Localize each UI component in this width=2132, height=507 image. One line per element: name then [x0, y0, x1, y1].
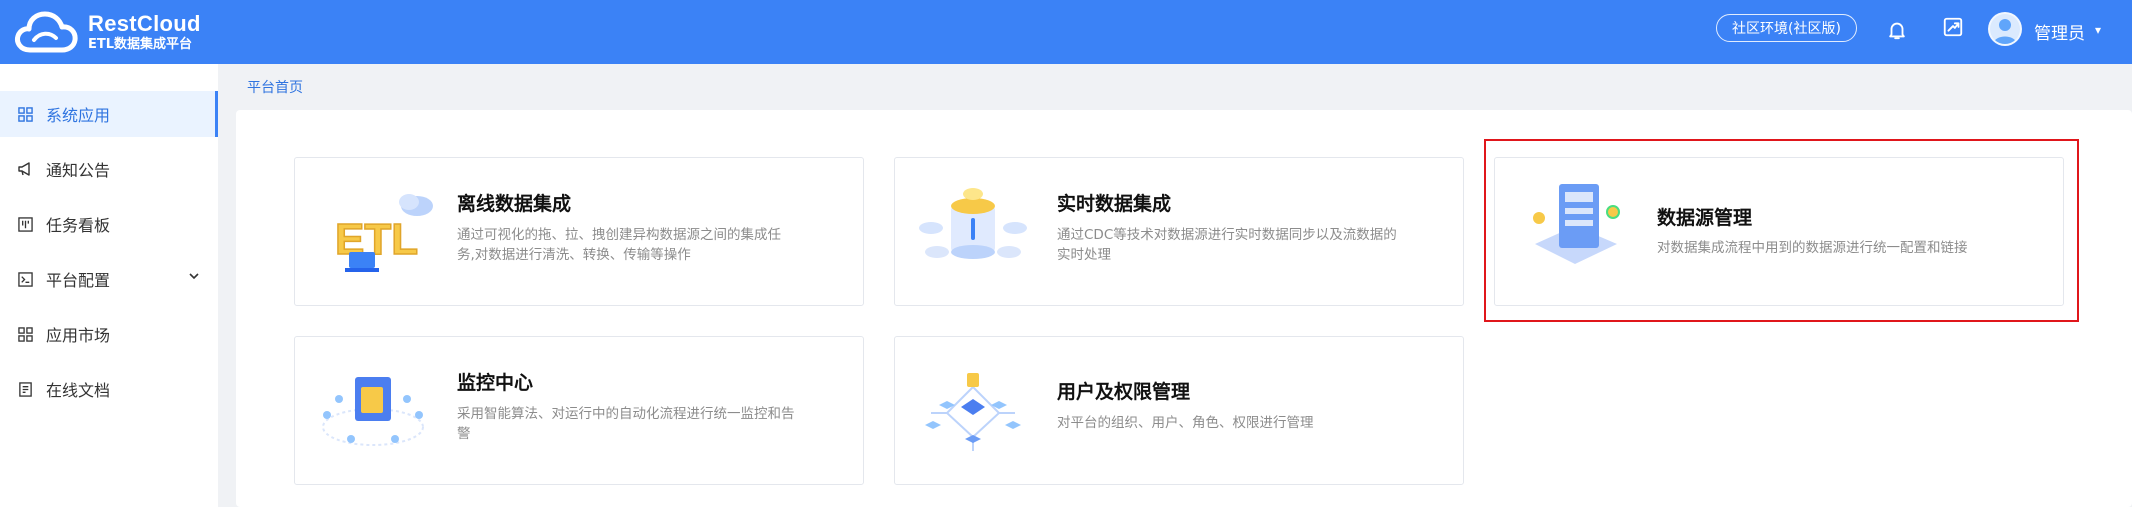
- monitoring-illustration-icon: [322, 377, 424, 446]
- card-title: 用户及权限管理: [1057, 381, 1191, 403]
- card-title: 监控中心: [457, 372, 534, 394]
- card-description-line: 实时处理: [1057, 247, 1111, 263]
- card-description: 采用智能算法、对运行中的自动化流程进行统一监控和告 警: [457, 404, 795, 444]
- user-menu-caret-icon[interactable]: ▾: [2095, 23, 2101, 37]
- server-cluster-illustration-icon: [919, 188, 1027, 259]
- sidebar: 系统应用 通知公告 任务看板 平台配置 应用市场 在线文档: [0, 64, 218, 507]
- user-network-illustration-icon: [925, 373, 1021, 451]
- card-description: 通过可视化的拖、拉、拽创建异构数据源之间的集成任 务,对数据进行清洗、转换、传输…: [457, 225, 781, 265]
- card-offline-integration[interactable]: ETL 离线数据集成 通过可视化的拖、拉、拽创建异构数据源之间的集成任 务,对数…: [294, 157, 864, 306]
- sidebar-item-platform-config[interactable]: 平台配置: [0, 256, 218, 302]
- sidebar-item-notices[interactable]: 通知公告: [0, 146, 218, 192]
- sidebar-item-label: 任务看板: [46, 216, 111, 235]
- card-description-line: 采用智能算法、对运行中的自动化流程进行统一监控和告: [457, 406, 795, 422]
- card-description-line: 通过CDC等技术对数据源进行实时数据同步以及流数据的: [1057, 227, 1397, 243]
- terminal-icon: [16, 270, 34, 288]
- sidebar-item-app-market[interactable]: 应用市场: [0, 311, 218, 357]
- breadcrumb[interactable]: 平台首页: [247, 77, 303, 97]
- sidebar-item-label: 应用市场: [46, 326, 111, 345]
- chevron-down-icon[interactable]: [188, 270, 200, 286]
- document-icon: [16, 380, 34, 398]
- environment-badge[interactable]: 社区环境(社区版): [1716, 14, 1857, 42]
- grid-icon: [16, 105, 34, 123]
- card-description-line: 警: [457, 426, 471, 442]
- card-description: 对平台的组织、用户、角色、权限进行管理: [1057, 415, 1314, 431]
- etl-illustration-icon: ETL: [334, 194, 433, 272]
- sidebar-item-system-apps[interactable]: 系统应用: [0, 91, 218, 137]
- card-description-line: 通过可视化的拖、拉、拽创建异构数据源之间的集成任: [457, 227, 781, 243]
- highlight-box: [1484, 139, 2079, 322]
- cloud-logo-icon: [15, 11, 78, 53]
- top-header: RestCloud ETL数据集成平台 社区环境(社区版) 管理员 ▾: [0, 0, 2132, 64]
- card-title: 离线数据集成: [457, 193, 572, 215]
- card-description: 通过CDC等技术对数据源进行实时数据同步以及流数据的 实时处理: [1057, 225, 1397, 265]
- logo-title: RestCloud: [88, 10, 201, 36]
- user-name[interactable]: 管理员: [2034, 19, 2085, 44]
- share-icon[interactable]: [1940, 14, 1966, 40]
- sidebar-item-label: 系统应用: [46, 106, 111, 125]
- etl-illustration-text: ETL: [335, 215, 418, 264]
- card-monitoring-center[interactable]: 监控中心 采用智能算法、对运行中的自动化流程进行统一监控和告 警: [294, 336, 864, 485]
- sidebar-item-task-board[interactable]: 任务看板: [0, 201, 218, 247]
- card-user-permission-management[interactable]: 用户及权限管理 对平台的组织、用户、角色、权限进行管理: [894, 336, 1464, 485]
- grid-icon: [16, 325, 34, 343]
- sidebar-item-online-docs[interactable]: 在线文档: [0, 366, 218, 412]
- kanban-icon: [16, 215, 34, 233]
- card-realtime-integration[interactable]: 实时数据集成 通过CDC等技术对数据源进行实时数据同步以及流数据的 实时处理: [894, 157, 1464, 306]
- card-title: 实时数据集成: [1057, 193, 1172, 215]
- bell-icon[interactable]: [1884, 17, 1910, 43]
- card-description-line: 务,对数据进行清洗、转换、传输等操作: [457, 247, 691, 263]
- logo-subtitle: ETL数据集成平台: [88, 36, 193, 52]
- sidebar-item-label: 平台配置: [46, 271, 111, 290]
- restcloud-logo[interactable]: RestCloud ETL数据集成平台: [14, 6, 201, 58]
- user-avatar[interactable]: [1988, 12, 2022, 46]
- sidebar-item-label: 通知公告: [46, 161, 111, 180]
- megaphone-icon: [16, 160, 34, 178]
- sidebar-item-label: 在线文档: [46, 381, 111, 400]
